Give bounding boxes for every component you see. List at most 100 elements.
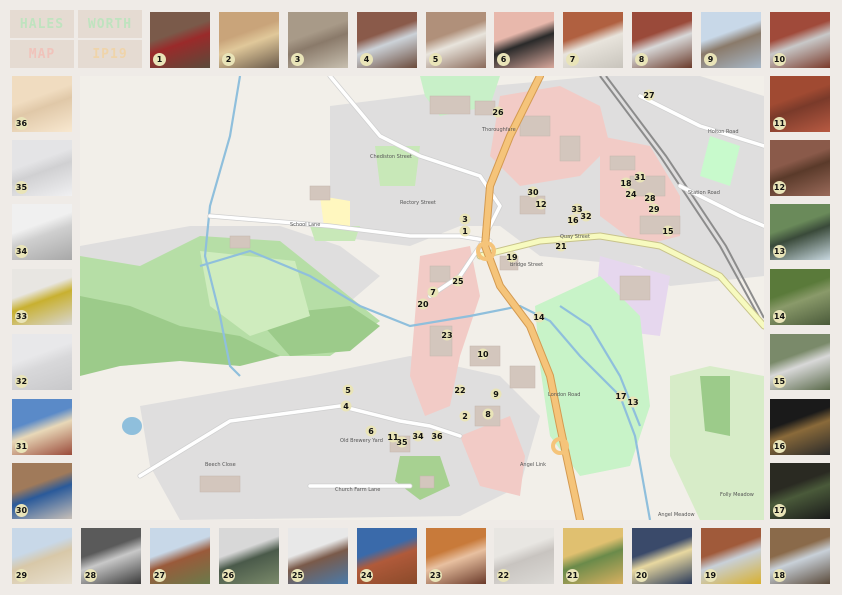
marker-number: 1 bbox=[462, 227, 468, 236]
map-marker-16[interactable]: 16 bbox=[567, 214, 579, 226]
photo-number-badge: 10 bbox=[773, 53, 786, 66]
marker-number: 23 bbox=[441, 331, 452, 340]
map-marker-23[interactable]: 23 bbox=[441, 329, 453, 341]
photo-tile-24[interactable]: 24 bbox=[357, 528, 417, 584]
photo-tile-30[interactable]: 30 bbox=[12, 463, 72, 519]
photo-tile-20[interactable]: 20 bbox=[632, 528, 692, 584]
map-marker-1[interactable]: 1 bbox=[459, 225, 471, 237]
building bbox=[519, 115, 551, 137]
photo-number-badge: 24 bbox=[360, 569, 373, 582]
map-marker-35[interactable]: 35 bbox=[396, 436, 408, 448]
photo-number-badge: 14 bbox=[773, 310, 786, 323]
photo-number-badge: 3 bbox=[291, 53, 304, 66]
photo-tile-10[interactable]: 10 bbox=[770, 12, 830, 68]
photo-tile-23[interactable]: 23 bbox=[426, 528, 486, 584]
photo-tile-31[interactable]: 31 bbox=[12, 399, 72, 455]
map-marker-3[interactable]: 3 bbox=[459, 213, 471, 225]
map-marker-4[interactable]: 4 bbox=[340, 400, 352, 412]
photo-tile-8[interactable]: 8 bbox=[632, 12, 692, 68]
building bbox=[619, 275, 651, 301]
photo-tile-12[interactable]: 12 bbox=[770, 140, 830, 196]
map-marker-10[interactable]: 10 bbox=[477, 348, 489, 360]
photo-tile-14[interactable]: 14 bbox=[770, 269, 830, 325]
map-marker-13[interactable]: 13 bbox=[627, 396, 639, 408]
building bbox=[429, 265, 451, 283]
photo-tile-11[interactable]: 11 bbox=[770, 76, 830, 132]
photo-tile-17[interactable]: 17 bbox=[770, 463, 830, 519]
photo-tile-36[interactable]: 36 bbox=[12, 76, 72, 132]
photo-tile-5[interactable]: 5 bbox=[426, 12, 486, 68]
map-marker-8[interactable]: 8 bbox=[482, 408, 494, 420]
photo-tile-33[interactable]: 33 bbox=[12, 269, 72, 325]
map-marker-7[interactable]: 7 bbox=[427, 286, 439, 298]
photo-tile-9[interactable]: 9 bbox=[701, 12, 761, 68]
building bbox=[309, 185, 331, 201]
map-marker-31[interactable]: 31 bbox=[634, 171, 646, 183]
map-marker-19[interactable]: 19 bbox=[506, 251, 518, 263]
photo-number-badge: 31 bbox=[15, 440, 28, 453]
map-canvas[interactable]: Bridge Street School Lane Quay Street Ol… bbox=[80, 76, 764, 520]
road-label-london-road: London Road bbox=[548, 392, 580, 398]
photo-tile-26[interactable]: 26 bbox=[219, 528, 279, 584]
photo-tile-1[interactable]: 1 bbox=[150, 12, 210, 68]
marker-number: 5 bbox=[345, 386, 351, 395]
map-marker-5[interactable]: 5 bbox=[342, 384, 354, 396]
photo-tile-6[interactable]: 6 bbox=[494, 12, 554, 68]
map-marker-17[interactable]: 17 bbox=[615, 390, 627, 402]
photo-tile-25[interactable]: 25 bbox=[288, 528, 348, 584]
map-marker-25[interactable]: 25 bbox=[452, 275, 464, 287]
photo-tile-22[interactable]: 22 bbox=[494, 528, 554, 584]
map-marker-34[interactable]: 34 bbox=[412, 430, 424, 442]
map-marker-36[interactable]: 36 bbox=[431, 430, 443, 442]
map-marker-24[interactable]: 24 bbox=[625, 188, 637, 200]
photo-tile-29[interactable]: 29 bbox=[12, 528, 72, 584]
photo-number-badge: 30 bbox=[15, 504, 28, 517]
building bbox=[559, 135, 581, 162]
photo-number-badge: 2 bbox=[222, 53, 235, 66]
photo-tile-18[interactable]: 18 bbox=[770, 528, 830, 584]
marker-number: 6 bbox=[368, 427, 374, 436]
building bbox=[609, 155, 636, 171]
map-marker-12[interactable]: 12 bbox=[535, 198, 547, 210]
photo-number-badge: 13 bbox=[773, 245, 786, 258]
building bbox=[199, 475, 241, 493]
map-marker-21[interactable]: 21 bbox=[555, 240, 567, 252]
map-marker-30[interactable]: 30 bbox=[527, 186, 539, 198]
map-marker-27[interactable]: 27 bbox=[643, 89, 655, 101]
photo-number-badge: 18 bbox=[773, 569, 786, 582]
photo-tile-27[interactable]: 27 bbox=[150, 528, 210, 584]
photo-tile-34[interactable]: 34 bbox=[12, 204, 72, 260]
map-marker-26[interactable]: 26 bbox=[492, 106, 504, 118]
photo-tile-4[interactable]: 4 bbox=[357, 12, 417, 68]
photo-tile-13[interactable]: 13 bbox=[770, 204, 830, 260]
photo-tile-35[interactable]: 35 bbox=[12, 140, 72, 196]
map-marker-15[interactable]: 15 bbox=[662, 225, 674, 237]
marker-number: 30 bbox=[527, 188, 539, 197]
photo-tile-3[interactable]: 3 bbox=[288, 12, 348, 68]
photo-tile-32[interactable]: 32 bbox=[12, 334, 72, 390]
map-marker-2[interactable]: 2 bbox=[459, 410, 471, 422]
photo-tile-2[interactable]: 2 bbox=[219, 12, 279, 68]
town-map[interactable]: Bridge Street School Lane Quay Street Ol… bbox=[80, 76, 764, 520]
photo-tile-7[interactable]: 7 bbox=[563, 12, 623, 68]
map-marker-28[interactable]: 28 bbox=[644, 192, 656, 204]
photo-number-badge: 25 bbox=[291, 569, 304, 582]
map-marker-18[interactable]: 18 bbox=[620, 177, 632, 189]
map-marker-29[interactable]: 29 bbox=[648, 203, 660, 215]
map-marker-9[interactable]: 9 bbox=[490, 388, 502, 400]
photo-number-badge: 26 bbox=[222, 569, 235, 582]
photo-tile-15[interactable]: 15 bbox=[770, 334, 830, 390]
photo-tile-19[interactable]: 19 bbox=[701, 528, 761, 584]
photo-tile-28[interactable]: 28 bbox=[81, 528, 141, 584]
map-marker-33[interactable]: 33 bbox=[571, 203, 583, 215]
map-marker-6[interactable]: 6 bbox=[365, 425, 377, 437]
map-marker-14[interactable]: 14 bbox=[533, 311, 545, 323]
building bbox=[639, 215, 681, 235]
photo-tile-16[interactable]: 16 bbox=[770, 399, 830, 455]
marker-number: 13 bbox=[627, 398, 638, 407]
photo-number-badge: 32 bbox=[15, 375, 28, 388]
map-marker-20[interactable]: 20 bbox=[417, 298, 429, 310]
map-marker-22[interactable]: 22 bbox=[454, 384, 466, 396]
photo-number-badge: 33 bbox=[15, 310, 28, 323]
photo-tile-21[interactable]: 21 bbox=[563, 528, 623, 584]
